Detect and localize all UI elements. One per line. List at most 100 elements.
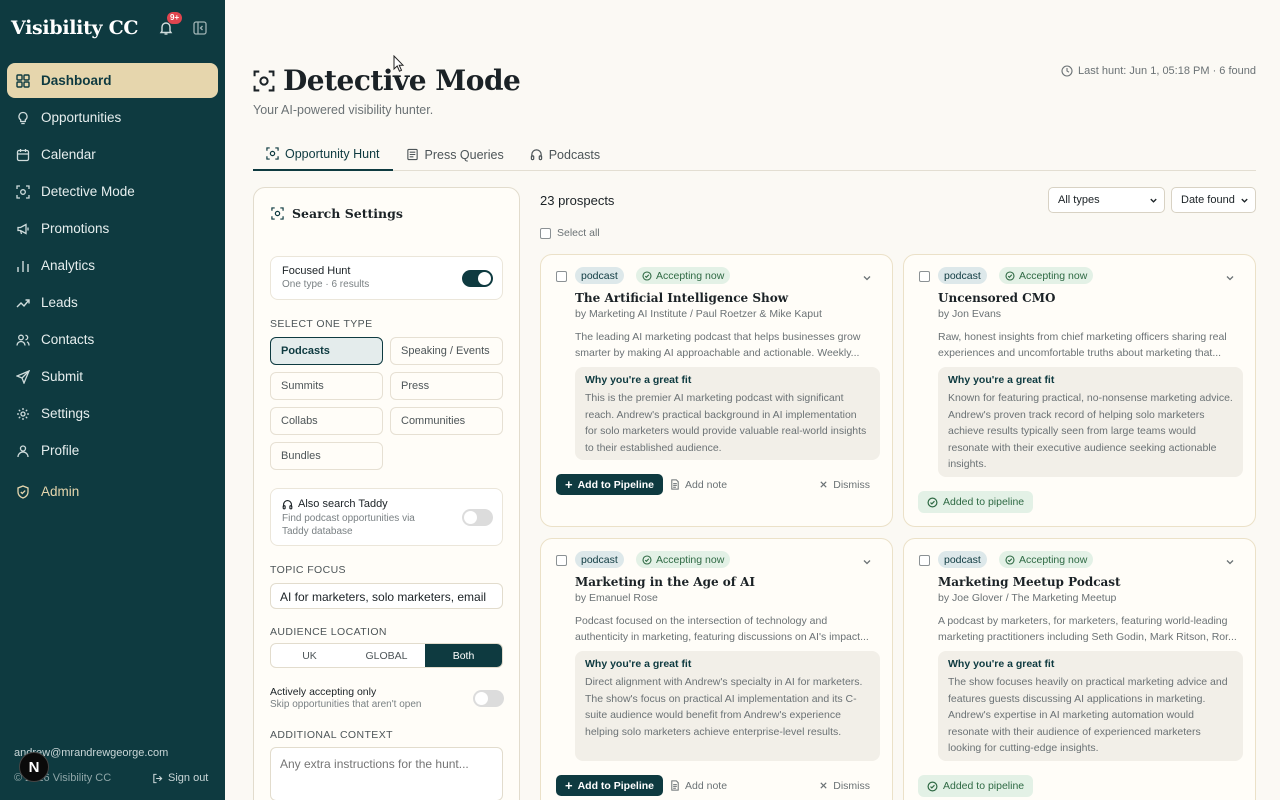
mouse-cursor-icon xyxy=(393,55,405,72)
taddy-title: Also search Taddy xyxy=(282,498,388,510)
search-settings-panel: Search Settings Focused Hunt One type · … xyxy=(253,187,520,800)
collapse-sidebar-icon[interactable] xyxy=(193,21,207,35)
dismiss-button[interactable]: Dismiss xyxy=(819,775,870,796)
type-speaking-events[interactable]: Speaking / Events xyxy=(390,337,503,365)
sidebar-item-label: Opportunities xyxy=(41,110,122,125)
audience-global[interactable]: GLOBAL xyxy=(348,644,425,667)
topic-focus-input[interactable]: AI for marketers, solo marketers, email xyxy=(270,583,503,609)
sign-out-button[interactable]: Sign out xyxy=(152,772,208,784)
close-icon xyxy=(820,782,827,789)
card-title[interactable]: Marketing in the Age of AI xyxy=(575,575,755,589)
type-communities[interactable]: Communities xyxy=(390,407,503,435)
prospect-card: podcast Accepting now Marketing in the A… xyxy=(540,538,893,800)
sidebar-item-settings[interactable]: Settings xyxy=(7,396,218,431)
select-all[interactable]: Select all xyxy=(540,227,600,239)
audience-uk[interactable]: UK xyxy=(271,644,348,667)
type-collabs[interactable]: Collabs xyxy=(270,407,383,435)
select-all-checkbox[interactable] xyxy=(540,227,551,239)
headphones-icon xyxy=(530,149,542,161)
sidebar-item-submit[interactable]: Submit xyxy=(7,359,218,394)
sidebar-item-contacts[interactable]: Contacts xyxy=(7,322,218,357)
add-note-label: Add note xyxy=(685,779,728,792)
card-title[interactable]: The Artificial Intelligence Show xyxy=(575,291,788,305)
note-icon xyxy=(671,780,679,791)
added-to-pipeline-badge: Added to pipeline xyxy=(918,491,1034,513)
sidebar-item-analytics[interactable]: Analytics xyxy=(7,248,218,283)
type-podcasts[interactable]: Podcasts xyxy=(270,337,383,365)
taddy-toggle[interactable] xyxy=(462,509,493,526)
scan-icon xyxy=(16,184,30,199)
sign-out-icon xyxy=(153,773,163,783)
sidebar-item-label: Submit xyxy=(41,369,84,384)
sidebar-item-profile[interactable]: Profile xyxy=(7,433,218,468)
add-to-pipeline-button[interactable]: + Add to Pipeline xyxy=(556,474,664,495)
shield-icon xyxy=(17,484,29,499)
fit-body: Direct alignment with Andrew's specialty… xyxy=(585,676,863,738)
chevron-down-icon[interactable] xyxy=(862,557,872,567)
card-description: The leading AI marketing podcast that he… xyxy=(575,331,861,359)
tab-press-queries[interactable]: Press Queries xyxy=(393,138,517,171)
fit-box: Why you're a great fit Direct alignment … xyxy=(575,651,880,761)
audience-both[interactable]: Both xyxy=(425,644,502,667)
type-bundles[interactable]: Bundles xyxy=(270,442,383,470)
type-filter-select[interactable]: All types xyxy=(1048,187,1165,213)
card-checkbox[interactable] xyxy=(556,555,567,566)
add-note-button[interactable]: Add note xyxy=(670,775,727,796)
type-tag: podcast xyxy=(575,267,624,284)
tab-podcasts[interactable]: Podcasts xyxy=(517,138,613,171)
card-checkbox[interactable] xyxy=(556,271,567,282)
brand-logo[interactable]: Visibility CC xyxy=(11,17,139,39)
card-checkbox[interactable] xyxy=(919,271,930,282)
card-author: by Marketing AI Institute / Paul Roetzer… xyxy=(575,308,822,320)
status-text: Accepting now xyxy=(1019,553,1088,566)
chevron-down-icon[interactable] xyxy=(1225,273,1235,283)
card-title[interactable]: Marketing Meetup Podcast xyxy=(938,575,1121,589)
status-text: Accepting now xyxy=(656,269,725,282)
sidebar-item-detective-mode[interactable]: Detective Mode xyxy=(7,174,218,209)
tab-opportunity-hunt[interactable]: Opportunity Hunt xyxy=(253,138,393,171)
page-subtitle: Your AI-powered visibility hunter. xyxy=(253,103,434,117)
add-note-button[interactable]: Add note xyxy=(670,474,727,495)
sidebar-item-opportunities[interactable]: Opportunities xyxy=(7,100,218,135)
accepting-only-title: Actively accepting only xyxy=(270,686,377,698)
check-circle-icon xyxy=(1005,270,1015,281)
fit-box: Why you're a great fit This is the premi… xyxy=(575,367,880,460)
chevron-down-icon[interactable] xyxy=(862,273,872,283)
status-badge: Accepting now xyxy=(999,267,1094,284)
dismiss-button[interactable]: Dismiss xyxy=(819,474,870,495)
sidebar-item-promotions[interactable]: Promotions xyxy=(7,211,218,246)
focused-hunt-toggle[interactable] xyxy=(462,270,493,287)
sidebar-item-calendar[interactable]: Calendar xyxy=(7,137,218,172)
avatar[interactable]: N xyxy=(19,752,49,782)
chevron-down-icon[interactable] xyxy=(1225,557,1235,567)
settings-title-text: Search Settings xyxy=(292,206,403,221)
gear-icon xyxy=(17,407,29,420)
bar-chart-icon xyxy=(17,260,29,272)
add-to-pipeline-button[interactable]: + Add to Pipeline xyxy=(556,775,664,796)
plus-icon: + xyxy=(565,778,573,793)
sidebar: Visibility CC 9+ Dashboard Opportunities… xyxy=(0,0,225,800)
fit-body: The show focuses heavily on practical ma… xyxy=(948,676,1228,754)
sort-select[interactable]: Date found xyxy=(1171,187,1256,213)
headphones-icon xyxy=(282,499,293,509)
type-press[interactable]: Press xyxy=(390,372,503,400)
type-tag: podcast xyxy=(938,267,987,284)
card-description: Raw, honest insights from chief marketin… xyxy=(938,331,1227,359)
last-hunt-status: Last hunt: Jun 1, 05:18 PM · 6 found xyxy=(1061,65,1256,77)
type-summits[interactable]: Summits xyxy=(270,372,383,400)
prospect-card: podcast Accepting now Marketing Meetup P… xyxy=(903,538,1256,800)
sidebar-item-leads[interactable]: Leads xyxy=(7,285,218,320)
sidebar-item-dashboard[interactable]: Dashboard xyxy=(7,63,218,98)
card-title[interactable]: Uncensored CMO xyxy=(938,291,1055,305)
card-checkbox[interactable] xyxy=(919,555,930,566)
sort-value: Date found xyxy=(1181,194,1235,206)
plus-icon: + xyxy=(565,477,573,492)
additional-context-input[interactable] xyxy=(270,747,503,800)
sidebar-item-admin[interactable]: Admin xyxy=(7,474,218,509)
fit-box: Why you're a great fit Known for featuri… xyxy=(938,367,1243,477)
accepting-only-toggle[interactable] xyxy=(473,690,504,707)
select-all-label: Select all xyxy=(557,227,600,239)
sidebar-item-label: Admin xyxy=(41,484,80,499)
users-icon xyxy=(16,334,30,346)
add-to-pipeline-label: Add to Pipeline xyxy=(577,478,655,491)
